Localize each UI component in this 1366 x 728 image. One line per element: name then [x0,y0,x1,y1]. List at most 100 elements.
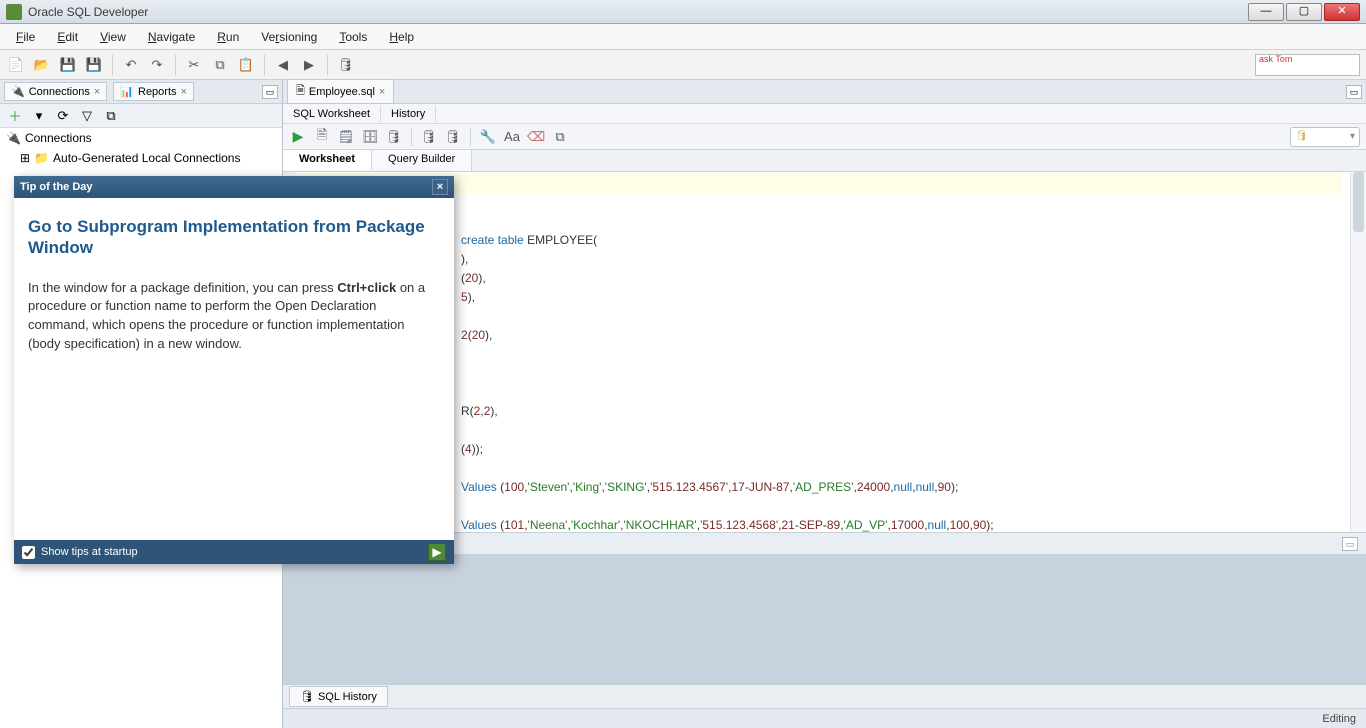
casechange-icon[interactable]: Aa [503,128,521,146]
window-buttons: — ▢ ✕ [1248,3,1360,21]
refresh-icon[interactable]: ⟳ [54,107,72,125]
tree-icon[interactable]: ⧉ [102,107,120,125]
run-script-icon[interactable]: 🗎 [313,128,331,146]
query-icon[interactable]: ⧉ [551,128,569,146]
connections-icon: 🔌 [11,85,25,98]
menu-navigate[interactable]: Navigate [138,27,205,47]
dialog-titlebar[interactable]: Tip of the Day × [14,176,454,198]
forward-icon[interactable]: ▶ [299,55,319,75]
minimize-panel-icon[interactable]: ▭ [1342,537,1358,551]
separator [327,55,328,75]
copy-icon[interactable]: ⧉ [210,55,230,75]
status-text: Editing [1322,713,1356,725]
close-button[interactable]: ✕ [1324,3,1360,21]
tab-connections-label: Connections [29,86,90,98]
tab-employee-sql[interactable]: 🗎 Employee.sql × [287,79,394,104]
header-history[interactable]: History [381,106,436,122]
menu-edit[interactable]: Edit [47,27,88,47]
tab-employee-label: Employee.sql [309,86,375,98]
left-panel-tabs: 🔌 Connections × 📊 Reports × ▭ [0,80,282,104]
worksheet-toolbar: ▶ 🗎 🗒 🗄 🛢 🛢 🛢 🔧 Aa ⌫ ⧉ ▾ [283,124,1366,150]
subtab-querybuilder[interactable]: Query Builder [372,150,472,171]
minimize-button[interactable]: — [1248,3,1284,21]
menu-view[interactable]: View [90,27,136,47]
sql-icon[interactable]: 🛢 [336,55,356,75]
window-titlebar: Oracle SQL Developer — ▢ ✕ [0,0,1366,24]
dropdown-icon[interactable]: ▾ [30,107,48,125]
menu-help[interactable]: Help [379,27,424,47]
tip-text-bold: Ctrl+click [337,280,396,295]
filter-icon[interactable]: ▽ [78,107,96,125]
add-connection-icon[interactable]: ＋ [6,107,24,125]
header-sql-worksheet[interactable]: SQL Worksheet [283,106,381,122]
open-icon[interactable]: 📂 [32,55,52,75]
window-title: Oracle SQL Developer [28,5,1248,19]
show-tips-label: Show tips at startup [41,546,138,558]
editor-tabs: 🗎 Employee.sql × ▭ [283,80,1366,104]
vertical-scrollbar[interactable] [1350,172,1366,532]
separator [411,128,412,146]
next-tip-button[interactable]: ▶ [428,543,446,561]
sql-file-icon: 🗎 [296,82,305,101]
menu-file[interactable]: File [6,27,45,47]
autotrace-icon[interactable]: 🗄 [361,128,379,146]
tip-paragraph: In the window for a package definition, … [28,279,440,354]
run-icon[interactable]: ▶ [289,128,307,146]
separator [470,128,471,146]
connections-toolbar: ＋ ▾ ⟳ ▽ ⧉ [0,104,282,128]
tab-reports[interactable]: 📊 Reports × [113,82,194,101]
minimize-panel-icon[interactable]: ▭ [1346,85,1362,99]
tip-text-before: In the window for a package definition, … [28,280,337,295]
separator [175,55,176,75]
tree-node-autogen[interactable]: ⊞ 📁 Auto-Generated Local Connections [0,148,282,168]
cut-icon[interactable]: ✂ [184,55,204,75]
dialog-footer: Show tips at startup ▶ [14,540,454,564]
tab-reports-label: Reports [138,86,177,98]
maximize-button[interactable]: ▢ [1286,3,1322,21]
close-icon[interactable]: × [94,86,100,98]
worksheet-header: SQL Worksheet History [283,104,1366,124]
menu-run[interactable]: Run [207,27,249,47]
tab-sql-history[interactable]: 🛢 SQL History [289,686,388,707]
redo-icon[interactable]: ↷ [147,55,167,75]
unshared-icon[interactable]: 🔧 [479,128,497,146]
ask-tom-box[interactable]: ask Tom [1255,54,1360,76]
sql-tuning-icon[interactable]: 🛢 [420,128,438,146]
menu-bar: File Edit View Navigate Run Versioning T… [0,24,1366,50]
scrollbar-thumb[interactable] [1353,172,1364,232]
paste-icon[interactable]: 📋 [236,55,256,75]
connection-selector[interactable]: ▾ [1290,127,1360,147]
new-icon[interactable]: 📄 [6,55,26,75]
saveall-icon[interactable]: 💾 [84,55,104,75]
worksheet-subtabs: Worksheet Query Builder [283,150,1366,172]
tip-of-day-dialog: Tip of the Day × Go to Subprogram Implem… [14,176,454,564]
connections-root-icon: 🔌 [6,131,21,145]
menu-tools[interactable]: Tools [329,27,377,47]
tip-heading: Go to Subprogram Implementation from Pac… [28,216,440,259]
tree-root-connections[interactable]: 🔌 Connections [0,128,282,148]
tree-root-label: Connections [25,131,92,145]
back-icon[interactable]: ◀ [273,55,293,75]
rollback-icon[interactable]: 🛢 [444,128,462,146]
close-icon[interactable]: × [379,86,385,98]
dialog-title: Tip of the Day [20,181,93,193]
save-icon[interactable]: 💾 [58,55,78,75]
expand-icon[interactable]: ⊞ [20,151,30,165]
show-tips-checkbox[interactable] [22,546,35,559]
commit-icon[interactable]: 🛢 [385,128,403,146]
app-icon [6,4,22,20]
dialog-body: Go to Subprogram Implementation from Pac… [14,198,454,540]
history-icon: 🛢 [300,690,314,703]
bottom-tabs: 🛢 SQL History [283,684,1366,708]
separator [112,55,113,75]
minimize-panel-icon[interactable]: ▭ [262,85,278,99]
menu-versioning[interactable]: Versioning [251,27,327,47]
subtab-worksheet[interactable]: Worksheet [283,150,372,171]
tab-connections[interactable]: 🔌 Connections × [4,82,107,101]
explain-icon[interactable]: 🗒 [337,128,355,146]
clear-icon[interactable]: ⌫ [527,128,545,146]
undo-icon[interactable]: ↶ [121,55,141,75]
dialog-close-icon[interactable]: × [432,179,448,195]
close-icon[interactable]: × [181,86,187,98]
messages-log-area[interactable] [283,554,1366,684]
